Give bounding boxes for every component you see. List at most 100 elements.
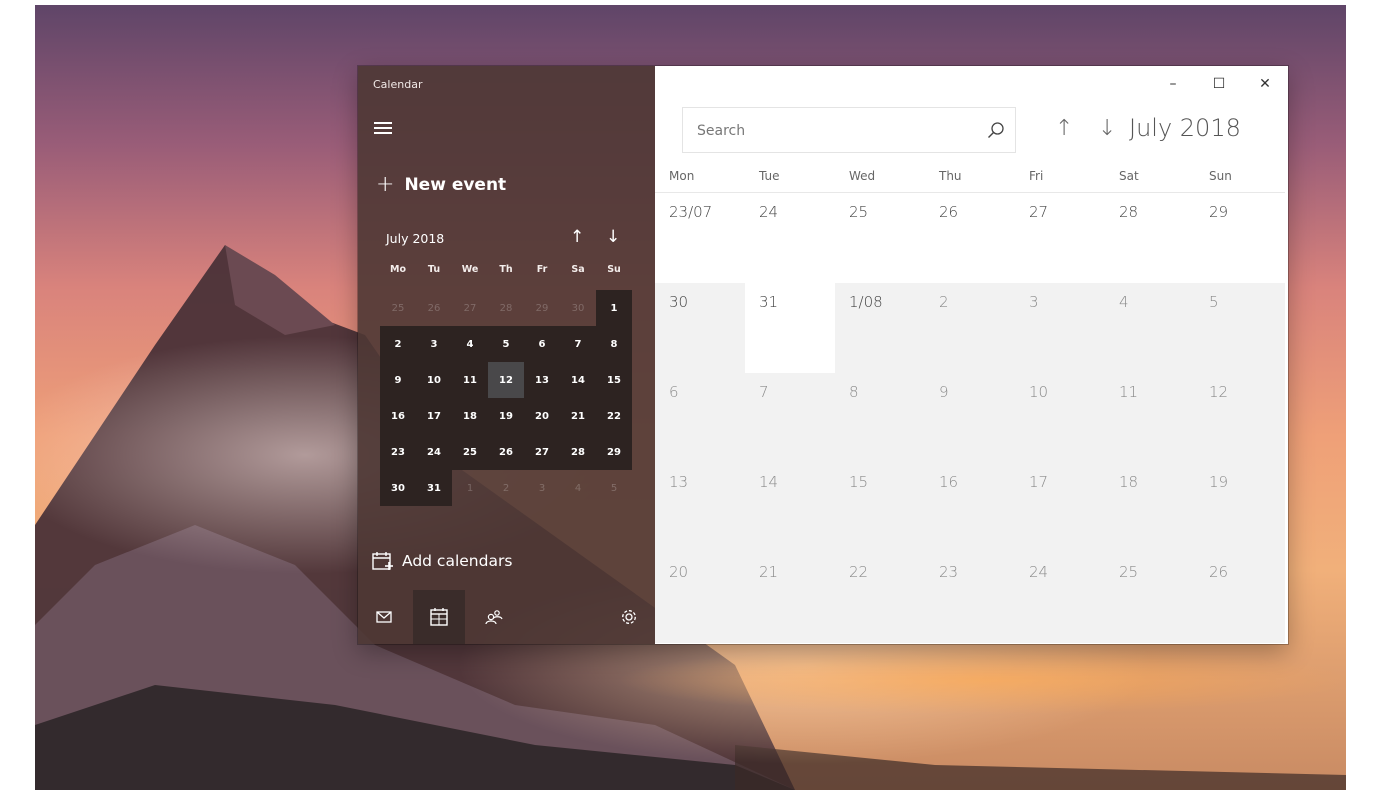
mini-day[interactable]: 26 — [488, 434, 524, 470]
month-title[interactable]: July 2018 — [1129, 114, 1241, 142]
day-cell[interactable]: 26 — [925, 193, 1015, 283]
mini-calendar-month[interactable]: July 2018 — [386, 231, 444, 246]
mini-day[interactable]: 5 — [488, 326, 524, 362]
day-cell[interactable]: 31 — [745, 283, 835, 373]
mini-day[interactable]: 18 — [452, 398, 488, 434]
mini-day[interactable]: 24 — [416, 434, 452, 470]
day-cell[interactable]: 24 — [745, 193, 835, 283]
next-month-button[interactable]: ↓ — [1098, 116, 1116, 141]
mini-day[interactable]: 20 — [524, 398, 560, 434]
mini-day[interactable]: 27 — [524, 434, 560, 470]
mini-day[interactable]: 2 — [488, 470, 524, 506]
mini-day[interactable]: 28 — [488, 290, 524, 326]
day-cell[interactable]: 4 — [1105, 283, 1195, 373]
mini-day[interactable]: 25 — [452, 434, 488, 470]
mini-day[interactable]: 5 — [596, 470, 632, 506]
day-cell[interactable]: 10 — [1015, 373, 1105, 463]
mini-day[interactable]: 21 — [560, 398, 596, 434]
mini-day[interactable]: 30 — [380, 470, 416, 506]
mini-day[interactable]: 27 — [452, 290, 488, 326]
day-cell[interactable]: 24 — [1015, 553, 1105, 643]
mini-day[interactable]: 31 — [416, 470, 452, 506]
mini-day[interactable]: 16 — [380, 398, 416, 434]
day-cell[interactable]: 1/08 — [835, 283, 925, 373]
mini-day[interactable]: 6 — [524, 326, 560, 362]
mini-day[interactable]: 11 — [452, 362, 488, 398]
day-cell[interactable]: 27 — [1015, 193, 1105, 283]
sidebar: Calendar + New event July 2018 ↑ ↓ Mo Tu W… — [358, 66, 655, 644]
day-cell[interactable]: 20 — [655, 553, 745, 643]
mini-calendar-weekdays: Mo Tu We Th Fr Sa Su — [380, 264, 632, 280]
mini-day[interactable]: 19 — [488, 398, 524, 434]
mini-weekday-label: Su — [607, 264, 621, 275]
mini-day[interactable]: 26 — [416, 290, 452, 326]
search-icon[interactable] — [987, 121, 1005, 139]
day-cell[interactable]: 5 — [1195, 283, 1285, 373]
day-cell[interactable]: 19 — [1195, 463, 1285, 553]
search-input[interactable] — [695, 108, 979, 154]
mini-day[interactable]: 8 — [596, 326, 632, 362]
day-cell[interactable]: 25 — [835, 193, 925, 283]
mini-day[interactable]: 4 — [452, 326, 488, 362]
mini-day[interactable]: 13 — [524, 362, 560, 398]
day-cell[interactable]: 7 — [745, 373, 835, 463]
day-cell[interactable]: 8 — [835, 373, 925, 463]
day-cell[interactable]: 25 — [1105, 553, 1195, 643]
mini-day[interactable]: 17 — [416, 398, 452, 434]
day-cell[interactable]: 2 — [925, 283, 1015, 373]
mini-day[interactable]: 7 — [560, 326, 596, 362]
mini-day[interactable]: 15 — [596, 362, 632, 398]
add-calendars-button[interactable]: Add calendars — [372, 551, 512, 571]
nav-calendar-button[interactable] — [413, 590, 465, 644]
day-cell[interactable]: 28 — [1105, 193, 1195, 283]
mini-day[interactable]: 28 — [560, 434, 596, 470]
day-cell[interactable]: 11 — [1105, 373, 1195, 463]
mini-day[interactable]: 29 — [596, 434, 632, 470]
mini-day[interactable]: 30 — [560, 290, 596, 326]
mini-day[interactable]: 10 — [416, 362, 452, 398]
day-cell[interactable]: 13 — [655, 463, 745, 553]
mini-day[interactable]: 29 — [524, 290, 560, 326]
day-cell[interactable]: 15 — [835, 463, 925, 553]
close-button[interactable]: ✕ — [1242, 66, 1288, 102]
day-cell[interactable]: 6 — [655, 373, 745, 463]
mini-day[interactable]: 22 — [596, 398, 632, 434]
nav-mail-button[interactable] — [358, 590, 410, 644]
app-title: Calendar — [373, 78, 423, 91]
mini-day[interactable]: 1 — [596, 290, 632, 326]
mini-day[interactable]: 9 — [380, 362, 416, 398]
day-cell[interactable]: 17 — [1015, 463, 1105, 553]
mini-prev-month-button[interactable]: ↑ — [570, 227, 584, 247]
day-cell[interactable]: 23 — [925, 553, 1015, 643]
day-cell[interactable]: 16 — [925, 463, 1015, 553]
mini-day[interactable]: 2 — [380, 326, 416, 362]
mini-day[interactable]: 4 — [560, 470, 596, 506]
day-cell[interactable]: 29 — [1195, 193, 1285, 283]
day-cell[interactable]: 23/07 — [655, 193, 745, 283]
day-cell[interactable]: 22 — [835, 553, 925, 643]
hamburger-menu-button[interactable] — [374, 122, 392, 136]
nav-settings-button[interactable] — [603, 590, 655, 644]
mini-day[interactable]: 25 — [380, 290, 416, 326]
day-cell[interactable]: 21 — [745, 553, 835, 643]
day-cell[interactable]: 14 — [745, 463, 835, 553]
day-cell[interactable]: 9 — [925, 373, 1015, 463]
day-cell[interactable]: 26 — [1195, 553, 1285, 643]
day-cell[interactable]: 3 — [1015, 283, 1105, 373]
mini-day[interactable]: 3 — [524, 470, 560, 506]
day-cell[interactable]: 30 — [655, 283, 745, 373]
mini-day-today[interactable]: 12 — [488, 362, 524, 398]
mini-day[interactable]: 1 — [452, 470, 488, 506]
mini-day[interactable]: 23 — [380, 434, 416, 470]
nav-people-button[interactable] — [468, 590, 520, 644]
mini-day[interactable]: 3 — [416, 326, 452, 362]
minimize-button[interactable]: – — [1150, 66, 1196, 102]
gear-icon — [622, 610, 636, 624]
day-cell[interactable]: 12 — [1195, 373, 1285, 463]
new-event-button[interactable]: + New event — [376, 171, 506, 199]
day-cell[interactable]: 18 — [1105, 463, 1195, 553]
maximize-button[interactable]: ☐ — [1196, 66, 1242, 102]
mini-next-month-button[interactable]: ↓ — [606, 227, 620, 247]
prev-month-button[interactable]: ↑ — [1055, 116, 1073, 141]
mini-day[interactable]: 14 — [560, 362, 596, 398]
